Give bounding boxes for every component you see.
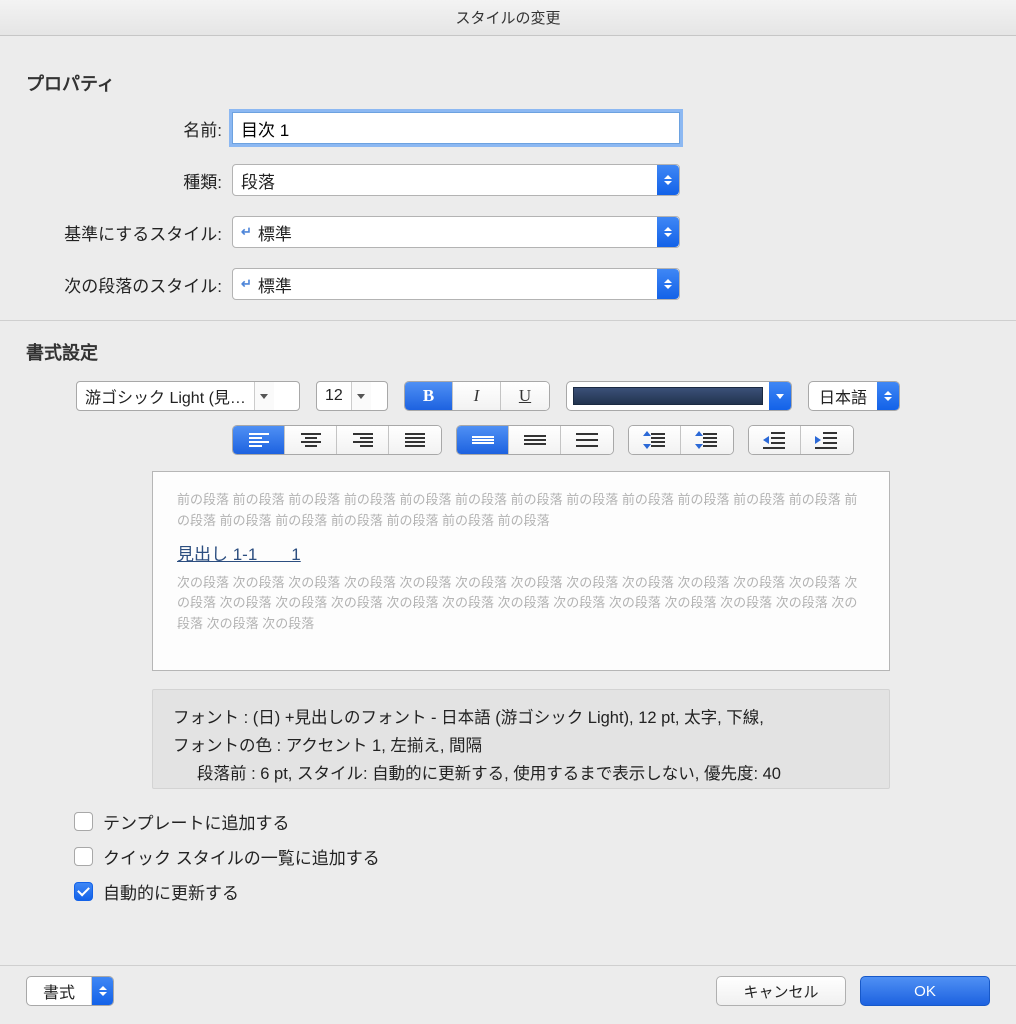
spacing-15-button[interactable]	[509, 426, 561, 454]
font-name-combo[interactable]: 游ゴシック Light (見…	[76, 381, 300, 411]
format-menu-label: 書式	[27, 979, 91, 1003]
chevron-down-icon	[254, 382, 274, 410]
space-before-icon	[643, 431, 667, 449]
spacing-1-button[interactable]	[457, 426, 509, 454]
next-style-value: 標準	[258, 272, 292, 297]
desc-line-3: 段落前 : 6 pt, スタイル: 自動的に更新する, 使用するまで表示しない,…	[173, 760, 869, 788]
align-right-button[interactable]	[337, 426, 389, 454]
window-titlebar: スタイルの変更	[0, 0, 1016, 36]
next-style-select[interactable]: ↵ 標準	[232, 268, 680, 300]
paragraph-mark-icon: ↵	[241, 224, 252, 240]
auto-update-checkbox[interactable]	[74, 882, 93, 901]
increase-indent-icon	[815, 432, 839, 448]
align-justify-button[interactable]	[389, 426, 441, 454]
line-spacing-15-icon	[524, 433, 546, 447]
language-value: 日本語	[809, 384, 877, 408]
chevron-updown-icon	[91, 977, 113, 1005]
bold-icon: B	[423, 386, 434, 406]
align-left-button[interactable]	[233, 426, 285, 454]
cancel-button[interactable]: キャンセル	[716, 976, 846, 1006]
font-size-combo[interactable]: 12	[316, 381, 388, 411]
chevron-down-icon	[769, 382, 791, 410]
font-color-combo[interactable]	[566, 381, 792, 411]
align-justify-icon	[405, 433, 425, 447]
space-after-button[interactable]	[681, 426, 733, 454]
desc-line-2: フォントの色 : アクセント 1, 左揃え, 間隔	[173, 732, 869, 760]
decrease-indent-icon	[763, 432, 787, 448]
paragraph-mark-icon: ↵	[241, 276, 252, 292]
preview-sample-heading: 見出し 1-1 1	[177, 540, 865, 565]
space-before-button[interactable]	[629, 426, 681, 454]
type-label: 種類:	[26, 168, 232, 193]
add-to-quick-styles-label: クイック スタイルの一覧に追加する	[103, 844, 380, 869]
preview-next-paragraph: 次の段落 次の段落 次の段落 次の段落 次の段落 次の段落 次の段落 次の段落 …	[177, 573, 865, 635]
preview-box: 前の段落 前の段落 前の段落 前の段落 前の段落 前の段落 前の段落 前の段落 …	[152, 471, 890, 671]
name-input[interactable]	[232, 112, 680, 144]
next-style-label: 次の段落のスタイル:	[26, 272, 232, 297]
based-on-select[interactable]: ↵ 標準	[232, 216, 680, 248]
based-on-label: 基準にするスタイル:	[26, 220, 232, 245]
line-spacing-2-icon	[576, 433, 598, 447]
formatting-section-title: 書式設定	[26, 339, 990, 365]
ok-label: OK	[914, 983, 936, 1000]
divider	[0, 320, 1016, 321]
add-to-template-checkbox[interactable]	[74, 812, 93, 831]
type-value: 段落	[241, 168, 275, 193]
type-select[interactable]: 段落	[232, 164, 680, 196]
cancel-label: キャンセル	[743, 981, 818, 1002]
italic-icon: I	[474, 386, 480, 406]
align-right-icon	[353, 433, 373, 447]
format-menu[interactable]: 書式	[26, 976, 114, 1006]
based-on-value: 標準	[258, 220, 292, 245]
auto-update-label: 自動的に更新する	[103, 879, 239, 904]
line-spacing-1-icon	[472, 433, 494, 447]
language-combo[interactable]: 日本語	[808, 381, 900, 411]
spacing-2-button[interactable]	[561, 426, 613, 454]
style-description: フォント : (日) +見出しのフォント - 日本語 (游ゴシック Light)…	[152, 689, 890, 789]
chevron-updown-icon	[657, 269, 679, 299]
chevron-updown-icon	[657, 165, 679, 195]
space-after-icon	[695, 431, 719, 449]
font-name-value: 游ゴシック Light (見…	[77, 384, 254, 408]
window-title: スタイルの変更	[455, 7, 560, 28]
decrease-indent-button[interactable]	[749, 426, 801, 454]
properties-section-title: プロパティ	[26, 70, 990, 96]
align-left-icon	[249, 433, 269, 447]
italic-button[interactable]: I	[453, 382, 501, 410]
chevron-updown-icon	[877, 382, 899, 410]
bold-button[interactable]: B	[405, 382, 453, 410]
chevron-down-icon	[351, 382, 371, 410]
ok-button[interactable]: OK	[860, 976, 990, 1006]
align-center-button[interactable]	[285, 426, 337, 454]
preview-previous-paragraph: 前の段落 前の段落 前の段落 前の段落 前の段落 前の段落 前の段落 前の段落 …	[177, 490, 865, 532]
add-to-template-label: テンプレートに追加する	[103, 809, 290, 834]
color-swatch	[573, 387, 763, 405]
chevron-updown-icon	[657, 217, 679, 247]
desc-line-1: フォント : (日) +見出しのフォント - 日本語 (游ゴシック Light)…	[173, 704, 869, 732]
increase-indent-button[interactable]	[801, 426, 853, 454]
add-to-quick-styles-checkbox[interactable]	[74, 847, 93, 866]
underline-button[interactable]: U	[501, 382, 549, 410]
name-label: 名前:	[26, 116, 232, 141]
font-size-value: 12	[317, 387, 351, 405]
underline-icon: U	[519, 386, 531, 406]
align-center-icon	[301, 433, 321, 447]
